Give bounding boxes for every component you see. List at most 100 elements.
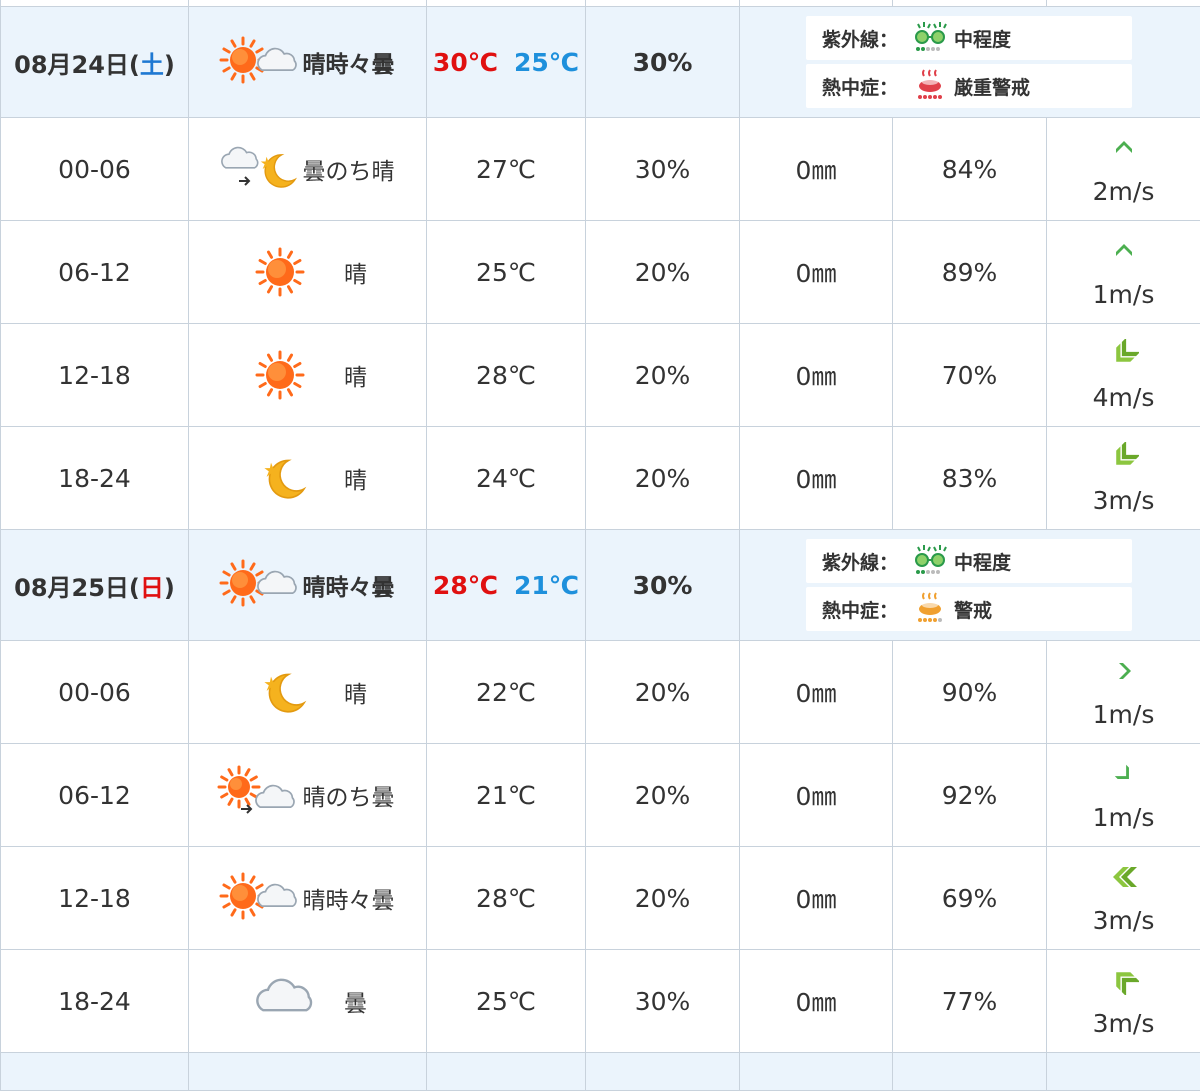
wind-speed: 3m/s — [1093, 906, 1155, 935]
weather-cell: 晴のち曇 — [189, 744, 427, 847]
precip-prob-cell: 20% — [586, 847, 740, 950]
weekday: 日 — [140, 574, 164, 602]
precip-prob-cell: 30% — [586, 530, 740, 641]
rain-cell: 0㎜ — [740, 847, 893, 950]
wind-cell: 3m/s — [1047, 847, 1200, 950]
weather-cell: 晴時々曇 — [189, 847, 427, 950]
weather-label: 晴時々曇 — [303, 881, 399, 915]
weather-label: 晴時々曇 — [303, 45, 399, 79]
moon-icon — [240, 662, 320, 722]
uv-info: 紫外線： 中程度 — [806, 16, 1132, 60]
humidity-cell: 69% — [893, 847, 1047, 950]
weather-cell: 晴 — [189, 324, 427, 427]
temp-cell: 25℃ — [427, 950, 586, 1053]
temp-cell: 28℃ — [427, 847, 586, 950]
date-cell: 08月24日(土) — [1, 7, 189, 118]
sun-to-cloud-icon — [217, 765, 297, 825]
weather-cell: 曇のち晴 — [189, 118, 427, 221]
weather-cell: 晴時々曇 — [189, 7, 427, 118]
wind-e-icon — [1109, 656, 1139, 692]
wind-sw-icon — [1109, 442, 1139, 478]
precip-prob-cell: 20% — [586, 427, 740, 530]
time-cell: 12-18 — [1, 324, 189, 427]
weather-label: 晴時々曇 — [303, 568, 399, 602]
wind-speed: 1m/s — [1093, 700, 1155, 729]
hour-row: 00-06 曇のち晴 27℃ 30% 0㎜ 84% 2m/s — [1, 118, 1200, 221]
rain-cell: 0㎜ — [740, 744, 893, 847]
wind-sw-icon — [1109, 339, 1139, 375]
sun-cloud-icon — [217, 32, 297, 92]
weekday: 土 — [140, 51, 164, 79]
wind-n-icon — [1109, 133, 1139, 169]
sun-icon — [240, 345, 320, 405]
date-cell: 08月25日(日) — [1, 530, 189, 641]
hour-row: 00-06 晴 22℃ 20% 0㎜ 90% 1m/s — [1, 641, 1200, 744]
wind-cell: 1m/s — [1047, 221, 1200, 324]
forecast-table: 08月24日(土) 晴時々曇 30℃25℃ 30% 紫外線： 中程度 熱中症： … — [0, 0, 1200, 1091]
table-row-partial-bottom — [1, 1053, 1200, 1091]
sun-cloud-icon — [217, 555, 297, 615]
temp-min: 21℃ — [514, 571, 579, 600]
weather-cell: 晴時々曇 — [189, 530, 427, 641]
wind-n-icon — [1109, 236, 1139, 272]
weather-label: 晴 — [336, 675, 376, 709]
day-summary-row: 08月24日(土) 晴時々曇 30℃25℃ 30% 紫外線： 中程度 熱中症： … — [1, 7, 1200, 118]
humidity-cell: 92% — [893, 744, 1047, 847]
weather-cell: 晴 — [189, 427, 427, 530]
rain-cell: 0㎜ — [740, 118, 893, 221]
precip-prob-cell: 30% — [586, 7, 740, 118]
uv-info: 紫外線： 中程度 — [806, 539, 1132, 583]
wind-speed: 4m/s — [1093, 383, 1155, 412]
time-cell: 12-18 — [1, 847, 189, 950]
moon-icon — [240, 448, 320, 508]
wind-speed: 2m/s — [1093, 177, 1155, 206]
temp-min: 25℃ — [514, 48, 579, 77]
time-cell: 00-06 — [1, 641, 189, 744]
rain-cell: 0㎜ — [740, 221, 893, 324]
wind-cell: 1m/s — [1047, 744, 1200, 847]
precip-prob-cell: 20% — [586, 641, 740, 744]
weather-cell: 晴 — [189, 221, 427, 324]
precip-prob-cell: 30% — [586, 950, 740, 1053]
hour-row: 18-24 曇 25℃ 30% 0㎜ 77% 3m/s — [1, 950, 1200, 1053]
rain-cell: 0㎜ — [740, 641, 893, 744]
time-cell: 00-06 — [1, 118, 189, 221]
wind-speed: 3m/s — [1093, 1009, 1155, 1038]
humidity-cell: 90% — [893, 641, 1047, 744]
wind-speed: 3m/s — [1093, 486, 1155, 515]
time-cell: 06-12 — [1, 744, 189, 847]
time-cell: 18-24 — [1, 427, 189, 530]
time-cell: 18-24 — [1, 950, 189, 1053]
wind-cell: 3m/s — [1047, 427, 1200, 530]
hour-row: 12-18 晴 28℃ 20% 0㎜ 70% 4m/s — [1, 324, 1200, 427]
rain-cell: 0㎜ — [740, 324, 893, 427]
weather-cell: 曇 — [189, 950, 427, 1053]
weather-label: 晴 — [336, 255, 376, 289]
precip-prob-cell: 30% — [586, 118, 740, 221]
wind-speed: 1m/s — [1093, 280, 1155, 309]
sun-icon — [240, 242, 320, 302]
cloud-icon — [240, 971, 320, 1031]
hour-row: 12-18 晴時々曇 28℃ 20% 0㎜ 69% 3m/s — [1, 847, 1200, 950]
weather-label: 晴 — [336, 461, 376, 495]
hour-row: 06-12 晴のち曇 21℃ 20% 0㎜ 92% 1m/s — [1, 744, 1200, 847]
weather-cell: 晴 — [189, 641, 427, 744]
temp-cell: 28℃ — [427, 324, 586, 427]
temp-cell: 27℃ — [427, 118, 586, 221]
time-cell: 06-12 — [1, 221, 189, 324]
rain-cell: 0㎜ — [740, 427, 893, 530]
info-cell: 紫外線： 中程度 熱中症： 警戒 — [740, 530, 1200, 641]
temp-cell: 25℃ — [427, 221, 586, 324]
temp-cell: 22℃ — [427, 641, 586, 744]
precip-prob-cell: 20% — [586, 324, 740, 427]
weather-label: 晴 — [336, 358, 376, 392]
wind-nw-icon — [1109, 965, 1139, 1001]
weather-label: 曇 — [336, 984, 376, 1018]
humidity-cell: 83% — [893, 427, 1047, 530]
uv-icon — [906, 543, 954, 580]
heatstroke-icon — [906, 68, 954, 105]
day-summary-row: 08月25日(日) 晴時々曇 28℃21℃ 30% 紫外線： 中程度 熱中症： … — [1, 530, 1200, 641]
temp-cell: 21℃ — [427, 744, 586, 847]
heatstroke-info: 熱中症： 厳重警戒 — [806, 64, 1132, 108]
precip-prob-cell: 20% — [586, 744, 740, 847]
